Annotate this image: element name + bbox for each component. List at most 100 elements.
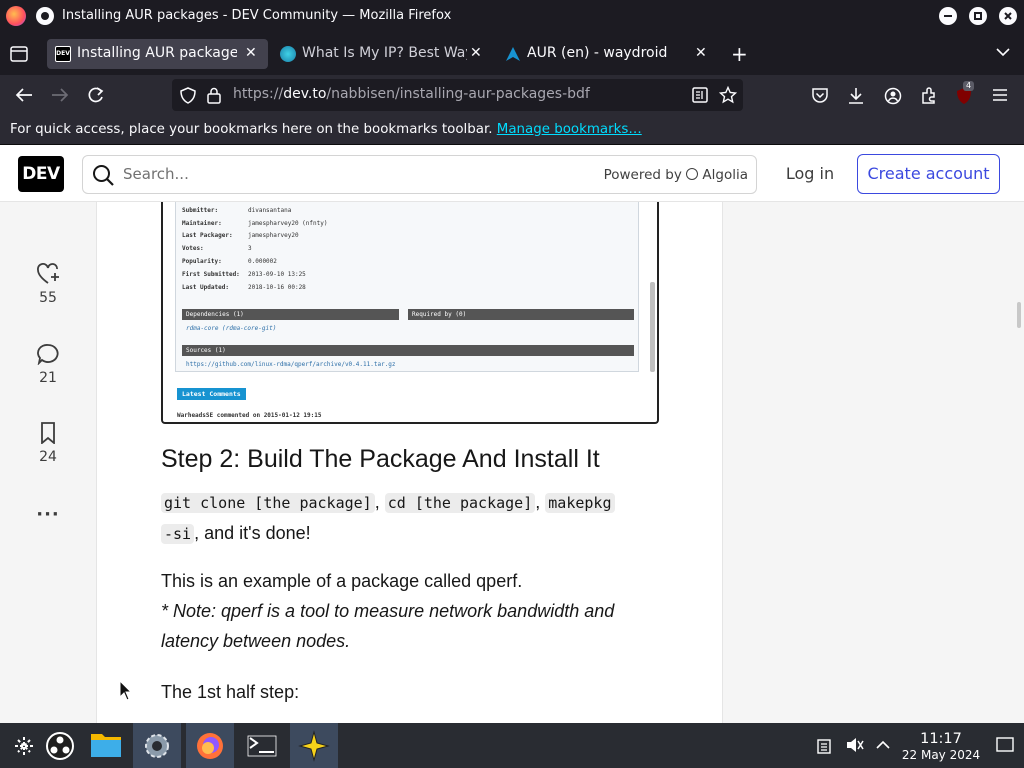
latest-comments-badge: Latest Comments	[177, 388, 246, 400]
dev-header: DEV Search... Powered by Algolia Log in …	[0, 146, 1024, 202]
like-count: 55	[39, 290, 57, 306]
clock[interactable]: 11:17 22 May 2024	[896, 732, 986, 762]
bookmark-count: 24	[39, 449, 57, 465]
close-tab-icon[interactable]: ✕	[695, 45, 707, 61]
package-detail-label: First Submitted:	[182, 270, 240, 278]
aur-package-screenshot: Conflicts:qperf-nordmaSubmitter:divansan…	[161, 202, 659, 424]
maximize-icon[interactable]	[969, 7, 987, 25]
firefox-view-icon[interactable]	[10, 46, 28, 62]
dev-favicon-icon: DEV	[55, 46, 71, 62]
bookmark-star-icon[interactable]	[719, 86, 737, 104]
ublock-origin-icon[interactable]: 4	[955, 81, 975, 105]
done-text: , and it's done!	[194, 523, 311, 543]
example-text: This is an example of a package called q…	[161, 571, 523, 591]
create-account-button[interactable]: Create account	[857, 154, 1000, 194]
obs-icon[interactable]	[36, 723, 84, 768]
volume-muted-icon[interactable]	[846, 737, 864, 753]
downloads-icon[interactable]	[847, 87, 865, 105]
firefox-taskbar-icon[interactable]	[186, 723, 234, 768]
extensions-icon[interactable]	[920, 87, 938, 105]
more-options-icon[interactable]: ···	[28, 504, 68, 525]
separator: ,	[535, 492, 541, 512]
tab-installing-aur[interactable]: DEV Installing AUR packages ✕	[47, 39, 268, 69]
close-tab-icon[interactable]: ✕	[245, 45, 257, 61]
pocket-icon[interactable]	[811, 87, 829, 104]
algolia-icon	[686, 168, 699, 180]
system-tray-expand-icon[interactable]	[876, 740, 890, 750]
heart-plus-icon	[37, 263, 59, 284]
list-all-tabs-icon[interactable]	[996, 47, 1010, 57]
settings-icon[interactable]	[133, 723, 181, 768]
inline-code-si: -si	[161, 524, 195, 544]
inline-code-makepkg: makepkg	[545, 493, 615, 513]
required-by-header: Required by (0)	[408, 309, 634, 320]
close-window-icon[interactable]	[999, 7, 1017, 25]
dependency-item: rdma-core (rdma-core-git)	[186, 325, 277, 332]
spark-app-icon[interactable]	[290, 723, 338, 768]
file-manager-icon[interactable]	[82, 723, 130, 768]
shield-icon[interactable]	[180, 87, 196, 104]
clipboard-icon[interactable]	[817, 738, 831, 754]
package-detail-label: Popularity:	[182, 258, 222, 265]
account-icon[interactable]	[884, 87, 902, 105]
package-detail-label: Submitter:	[182, 206, 219, 214]
forward-icon[interactable]	[51, 87, 69, 103]
source-url: https://github.com/linux-rdma/qperf/arch…	[186, 361, 396, 368]
package-detail-value: 3	[248, 245, 252, 253]
dev-logo[interactable]: DEV	[18, 156, 64, 192]
algolia-text: Algolia	[702, 167, 748, 183]
login-button[interactable]: Log in	[776, 155, 844, 193]
reload-icon[interactable]	[87, 87, 105, 105]
window-titlebar: Installing AUR packages - DEV Community …	[0, 0, 1024, 33]
bookmark-icon	[41, 422, 55, 444]
search-input[interactable]: Search... Powered by Algolia	[82, 155, 757, 194]
terminal-icon[interactable]	[238, 723, 286, 768]
separator: ,	[374, 492, 380, 512]
comment-count: 21	[39, 370, 57, 386]
inline-code-git-clone: git clone [the package]	[161, 493, 375, 513]
like-reaction[interactable]: 55	[28, 263, 68, 306]
taskbar: 11:17 22 May 2024	[0, 723, 1024, 768]
address-bar[interactable]: https://dev.to/nabbisen/installing-aur-p…	[172, 79, 743, 111]
tab-aur-waydroid[interactable]: AUR (en) - waydroid ✕	[497, 39, 718, 69]
comment-line: WarheadsSE commented on 2015-01-12 19:15	[177, 412, 322, 419]
page-scrollbar[interactable]	[1017, 302, 1021, 328]
comment-reaction[interactable]: 21	[28, 343, 68, 386]
clock-date: 22 May 2024	[901, 748, 981, 762]
package-detail-label: Votes:	[182, 245, 204, 253]
bookmark-reaction[interactable]: 24	[28, 422, 68, 465]
lock-icon[interactable]	[207, 87, 221, 104]
package-detail-value: 0.000002	[248, 258, 277, 265]
powered-by-algolia[interactable]: Powered by Algolia	[604, 167, 748, 183]
new-tab-icon[interactable]: +	[731, 44, 748, 64]
app-menu-icon[interactable]	[992, 88, 1008, 102]
show-desktop-icon[interactable]	[996, 737, 1014, 753]
powered-by-text: Powered by	[603, 167, 682, 183]
package-detail-value: divansantana	[248, 206, 292, 214]
manage-bookmarks-link[interactable]: Manage bookmarks…	[497, 122, 642, 137]
package-detail-label: Last Packager:	[182, 232, 233, 240]
minimize-icon[interactable]	[939, 7, 957, 25]
comment-icon	[37, 344, 59, 365]
search-icon[interactable]	[92, 164, 114, 186]
article-body: Conflicts:qperf-nordmaSubmitter:divansan…	[96, 202, 723, 723]
package-detail-value: jamespharvey20	[248, 232, 299, 240]
arch-favicon-icon	[505, 46, 521, 62]
url-path: /nabbisen/installing-aur-packages-bdf	[326, 86, 590, 102]
package-detail-label: Last Updated:	[182, 283, 229, 291]
reader-view-icon[interactable]	[692, 87, 708, 103]
half-step-paragraph: The 1st half step:	[161, 682, 300, 702]
sources-header: Sources (1)	[182, 345, 634, 356]
package-detail-label: Maintainer:	[182, 219, 222, 227]
globe-favicon-icon	[280, 46, 296, 62]
package-detail-value: 2013-09-10 13:25	[248, 270, 306, 278]
section-heading: Step 2: Build The Package And Install It	[161, 445, 600, 473]
back-icon[interactable]	[15, 87, 33, 103]
window-menu-icon[interactable]	[36, 7, 54, 25]
url-text[interactable]: https://dev.to/nabbisen/installing-aur-p…	[233, 86, 590, 102]
close-tab-icon[interactable]: ✕	[470, 45, 482, 61]
tab-what-is-my-ip[interactable]: What Is My IP? Best Way ✕	[272, 39, 493, 69]
package-detail-value: jamespharvey20 (nfnty)	[248, 219, 328, 227]
tab-label: Installing AUR packages	[77, 45, 237, 61]
page-content: 55 21 24 ··· Conflicts:qperf-nordmaSubmi…	[0, 202, 1024, 723]
